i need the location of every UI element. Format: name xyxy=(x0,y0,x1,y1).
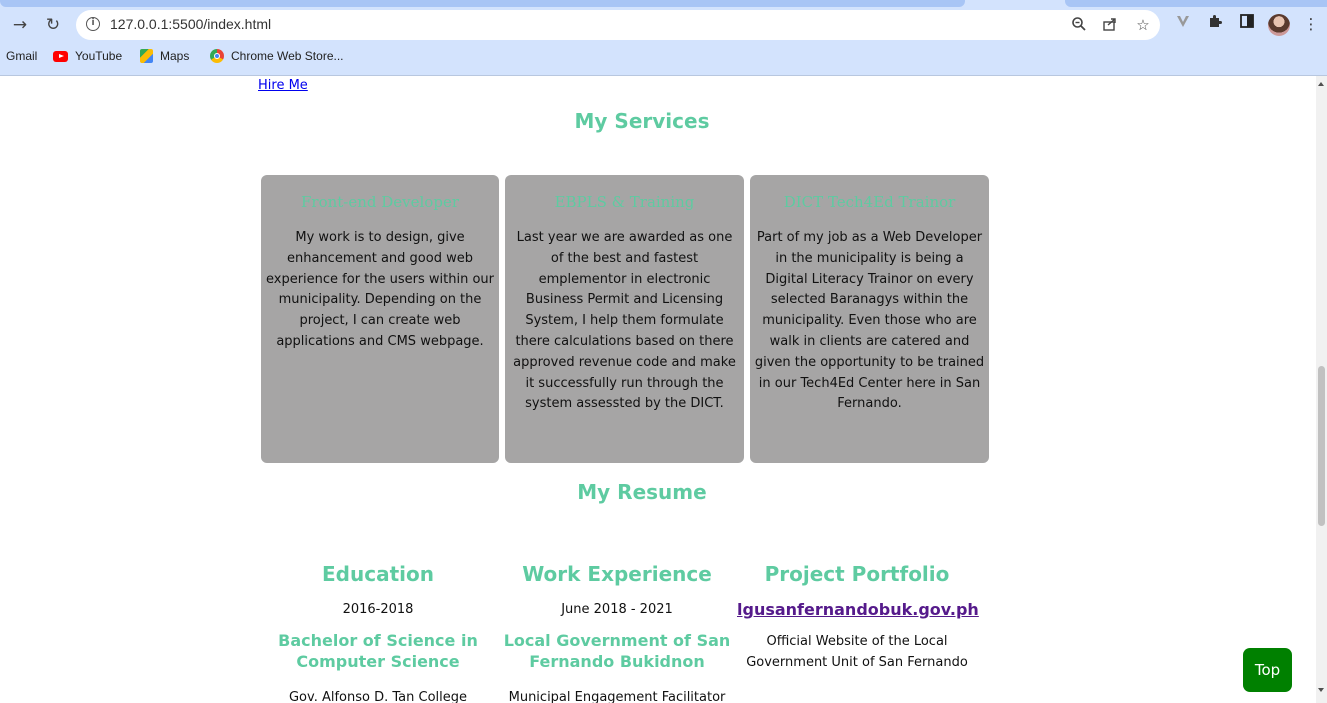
info-icon[interactable]: i xyxy=(86,17,100,31)
work-years: June 2018 - 2021 xyxy=(561,602,673,617)
service-card: Front-end Developer My work is to design… xyxy=(261,175,499,463)
address-bar[interactable]: i 127.0.0.1:5500/index.html ☆ xyxy=(76,10,1160,40)
projects-heading: Project Portfolio xyxy=(764,562,950,586)
bookmark-star-icon[interactable]: ☆ xyxy=(1134,16,1152,34)
bookmark-chrome-web-store[interactable]: Chrome Web Store... xyxy=(210,49,344,63)
education-school: Gov. Alfonso D. Tan College xyxy=(288,690,467,703)
project-description: Official Website of the Local Government… xyxy=(746,634,968,670)
tab-active[interactable] xyxy=(0,0,965,7)
service-card-title: Front-end Developer xyxy=(300,193,459,211)
forward-arrow-icon[interactable]: → xyxy=(8,13,32,37)
education-years: 2016-2018 xyxy=(342,602,414,617)
browser-chrome: → ↻ i 127.0.0.1:5500/index.html ☆ ⋮ Gmai… xyxy=(0,0,1327,76)
bookmarks-bar: Gmail YouTube Maps Chrome Web Store... xyxy=(0,46,1327,68)
page-viewport: Hire Me My Services Front-end Developer … xyxy=(0,76,1316,703)
service-card: EBPLS & Training Last year we are awarde… xyxy=(505,175,744,463)
service-card: DICT Tech4Ed Trainor Part of my job as a… xyxy=(750,175,989,463)
zoom-icon[interactable] xyxy=(1070,16,1088,34)
education-heading: Education xyxy=(322,562,434,586)
more-menu-icon[interactable]: ⋮ xyxy=(1300,13,1322,35)
service-card-text: My work is to design, give enhancement a… xyxy=(265,230,495,349)
profile-avatar[interactable] xyxy=(1268,14,1290,36)
share-icon[interactable] xyxy=(1101,16,1119,34)
projects-column: Project Portfolio lgusanfernandobuk.gov.… xyxy=(737,562,979,673)
resume-title: My Resume xyxy=(577,480,707,504)
maps-icon xyxy=(140,49,153,63)
scroll-down-arrow-icon[interactable] xyxy=(1318,688,1324,692)
extensions-puzzle-icon[interactable] xyxy=(1204,13,1226,35)
work-column: Work Experience June 2018 - 2021 Local G… xyxy=(497,562,737,703)
tab-inactive[interactable] xyxy=(1065,0,1327,7)
page-scrollbar[interactable] xyxy=(1316,76,1327,703)
bookmark-youtube[interactable]: YouTube xyxy=(53,49,122,63)
bookmark-label: Chrome Web Store... xyxy=(231,49,344,63)
education-column: Education 2016-2018 Bachelor of Science … xyxy=(258,562,498,703)
bookmark-label: YouTube xyxy=(75,49,123,63)
scroll-up-arrow-icon[interactable] xyxy=(1318,82,1324,86)
project-link[interactable]: lgusanfernandobuk.gov.ph xyxy=(737,600,979,619)
education-degree: Bachelor of Science in Computer Science xyxy=(278,631,478,671)
work-role: Municipal Engagement Facilitator xyxy=(508,690,726,703)
reload-icon[interactable]: ↻ xyxy=(41,13,65,37)
back-to-top-button[interactable]: Top xyxy=(1243,648,1292,692)
service-card-text: Last year we are awarded as one of the b… xyxy=(513,230,736,412)
service-card-title: EBPLS & Training xyxy=(554,193,695,211)
service-card-title: DICT Tech4Ed Trainor xyxy=(783,193,956,211)
scroll-thumb[interactable] xyxy=(1318,366,1325,526)
bookmark-gmail[interactable]: Gmail xyxy=(6,49,37,63)
work-heading: Work Experience xyxy=(522,562,712,586)
tab-strip xyxy=(0,0,1327,7)
work-employer: Local Government of San Fernando Bukidno… xyxy=(503,631,731,671)
services-title: My Services xyxy=(574,109,710,133)
url-text[interactable]: 127.0.0.1:5500/index.html xyxy=(110,16,271,32)
bookmark-label: Maps xyxy=(160,49,190,63)
chrome-web-store-icon xyxy=(210,49,224,63)
services-cards: Front-end Developer My work is to design… xyxy=(261,175,989,463)
youtube-icon xyxy=(53,50,68,62)
bookmark-label: Gmail xyxy=(6,49,38,63)
extension-v-icon[interactable] xyxy=(1172,13,1194,35)
service-card-text: Part of my job as a Web Developer in the… xyxy=(754,230,985,412)
side-panel-icon[interactable] xyxy=(1236,13,1258,35)
hire-me-link[interactable]: Hire Me xyxy=(258,78,308,93)
bookmark-maps[interactable]: Maps xyxy=(140,49,189,63)
